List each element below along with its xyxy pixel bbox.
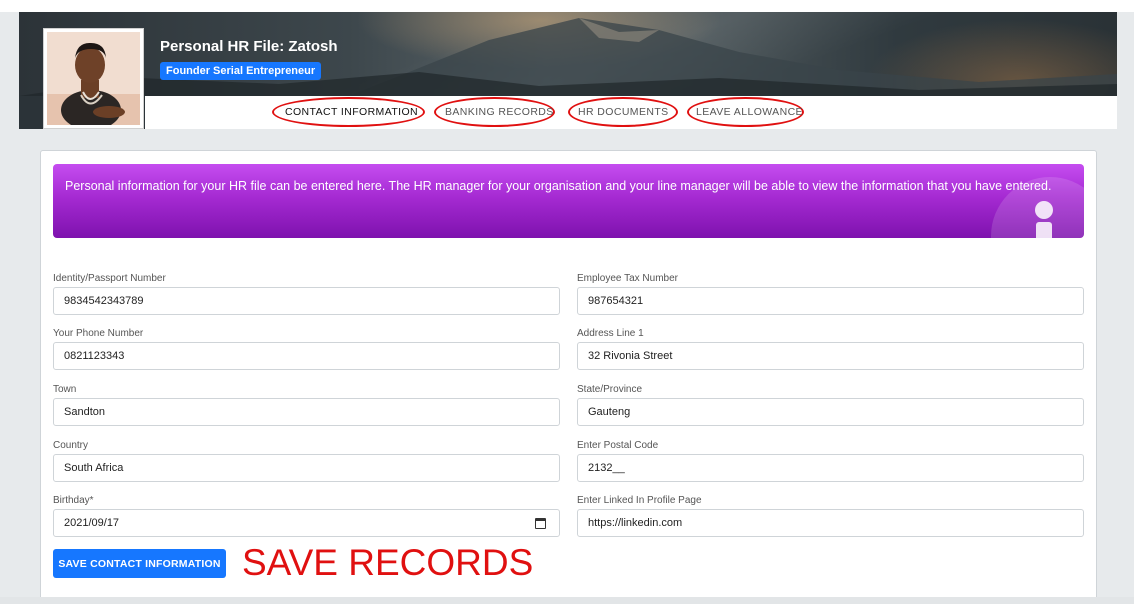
tab-leave-allowance[interactable]: LEAVE ALLOWANCE — [696, 106, 803, 118]
linkedin-input[interactable]: https://linkedin.com — [577, 509, 1084, 537]
info-icon — [1035, 201, 1053, 219]
tax-label: Employee Tax Number — [577, 273, 678, 284]
state-label: State/Province — [577, 384, 643, 395]
page-title: Personal HR File: Zatosh — [160, 38, 338, 55]
postal-field: Enter Postal Code 2132__ — [577, 440, 1084, 482]
state-field: State/Province Gauteng — [577, 384, 1084, 426]
birthday-field: Birthday* 2021/09/17 — [53, 495, 560, 537]
tab-contact-information[interactable]: CONTACT INFORMATION — [285, 106, 418, 118]
birthday-input[interactable]: 2021/09/17 — [53, 509, 560, 537]
linkedin-field: Enter Linked In Profile Page https://lin… — [577, 495, 1084, 537]
tax-input[interactable]: 987654321 — [577, 287, 1084, 315]
birthday-value: 2021/09/17 — [64, 517, 120, 529]
identity-input[interactable]: 9834542343789 — [53, 287, 560, 315]
tab-hr-documents[interactable]: HR DOCUMENTS — [578, 106, 669, 118]
postal-input[interactable]: 2132__ — [577, 454, 1084, 482]
info-banner: Personal information for your HR file ca… — [53, 164, 1084, 238]
town-label: Town — [53, 384, 77, 395]
tab-banking-records[interactable]: BANKING RECORDS — [445, 106, 554, 118]
phone-input[interactable]: 0821123343 — [53, 342, 560, 370]
identity-label: Identity/Passport Number — [53, 273, 166, 284]
person-photo-icon — [47, 32, 140, 125]
info-icon-stem — [1036, 222, 1052, 238]
save-records-annotation: SAVE RECORDS — [242, 542, 534, 583]
phone-label: Your Phone Number — [53, 328, 144, 339]
linkedin-label: Enter Linked In Profile Page — [577, 495, 702, 506]
address1-field: Address Line 1 32 Rivonia Street — [577, 328, 1084, 370]
phone-field: Your Phone Number 0821123343 — [53, 328, 560, 370]
state-input[interactable]: Gauteng — [577, 398, 1084, 426]
contact-form-card: Personal information for your HR file ca… — [40, 150, 1097, 604]
bottom-strip — [0, 597, 1134, 604]
birthday-label: Birthday* — [53, 495, 94, 506]
identity-field: Identity/Passport Number 9834542343789 — [53, 273, 560, 315]
postal-label: Enter Postal Code — [577, 440, 659, 451]
profile-header: Personal HR File: Zatosh Founder Serial … — [19, 12, 1117, 129]
country-label: Country — [53, 440, 89, 451]
address1-input[interactable]: 32 Rivonia Street — [577, 342, 1084, 370]
tax-field: Employee Tax Number 987654321 — [577, 273, 1084, 315]
country-field: Country South Africa — [53, 440, 560, 482]
address1-label: Address Line 1 — [577, 328, 644, 339]
profile-photo — [47, 32, 140, 125]
town-field: Town Sandton — [53, 384, 560, 426]
country-input[interactable]: South Africa — [53, 454, 560, 482]
avatar — [43, 28, 144, 129]
info-banner-text: Personal information for your HR file ca… — [65, 179, 1052, 193]
page-top-strip — [0, 0, 1134, 12]
calendar-icon[interactable] — [535, 518, 546, 529]
town-input[interactable]: Sandton — [53, 398, 560, 426]
save-contact-information-button[interactable]: SAVE CONTACT INFORMATION — [53, 549, 226, 578]
role-badge: Founder Serial Entrepreneur — [160, 62, 322, 80]
